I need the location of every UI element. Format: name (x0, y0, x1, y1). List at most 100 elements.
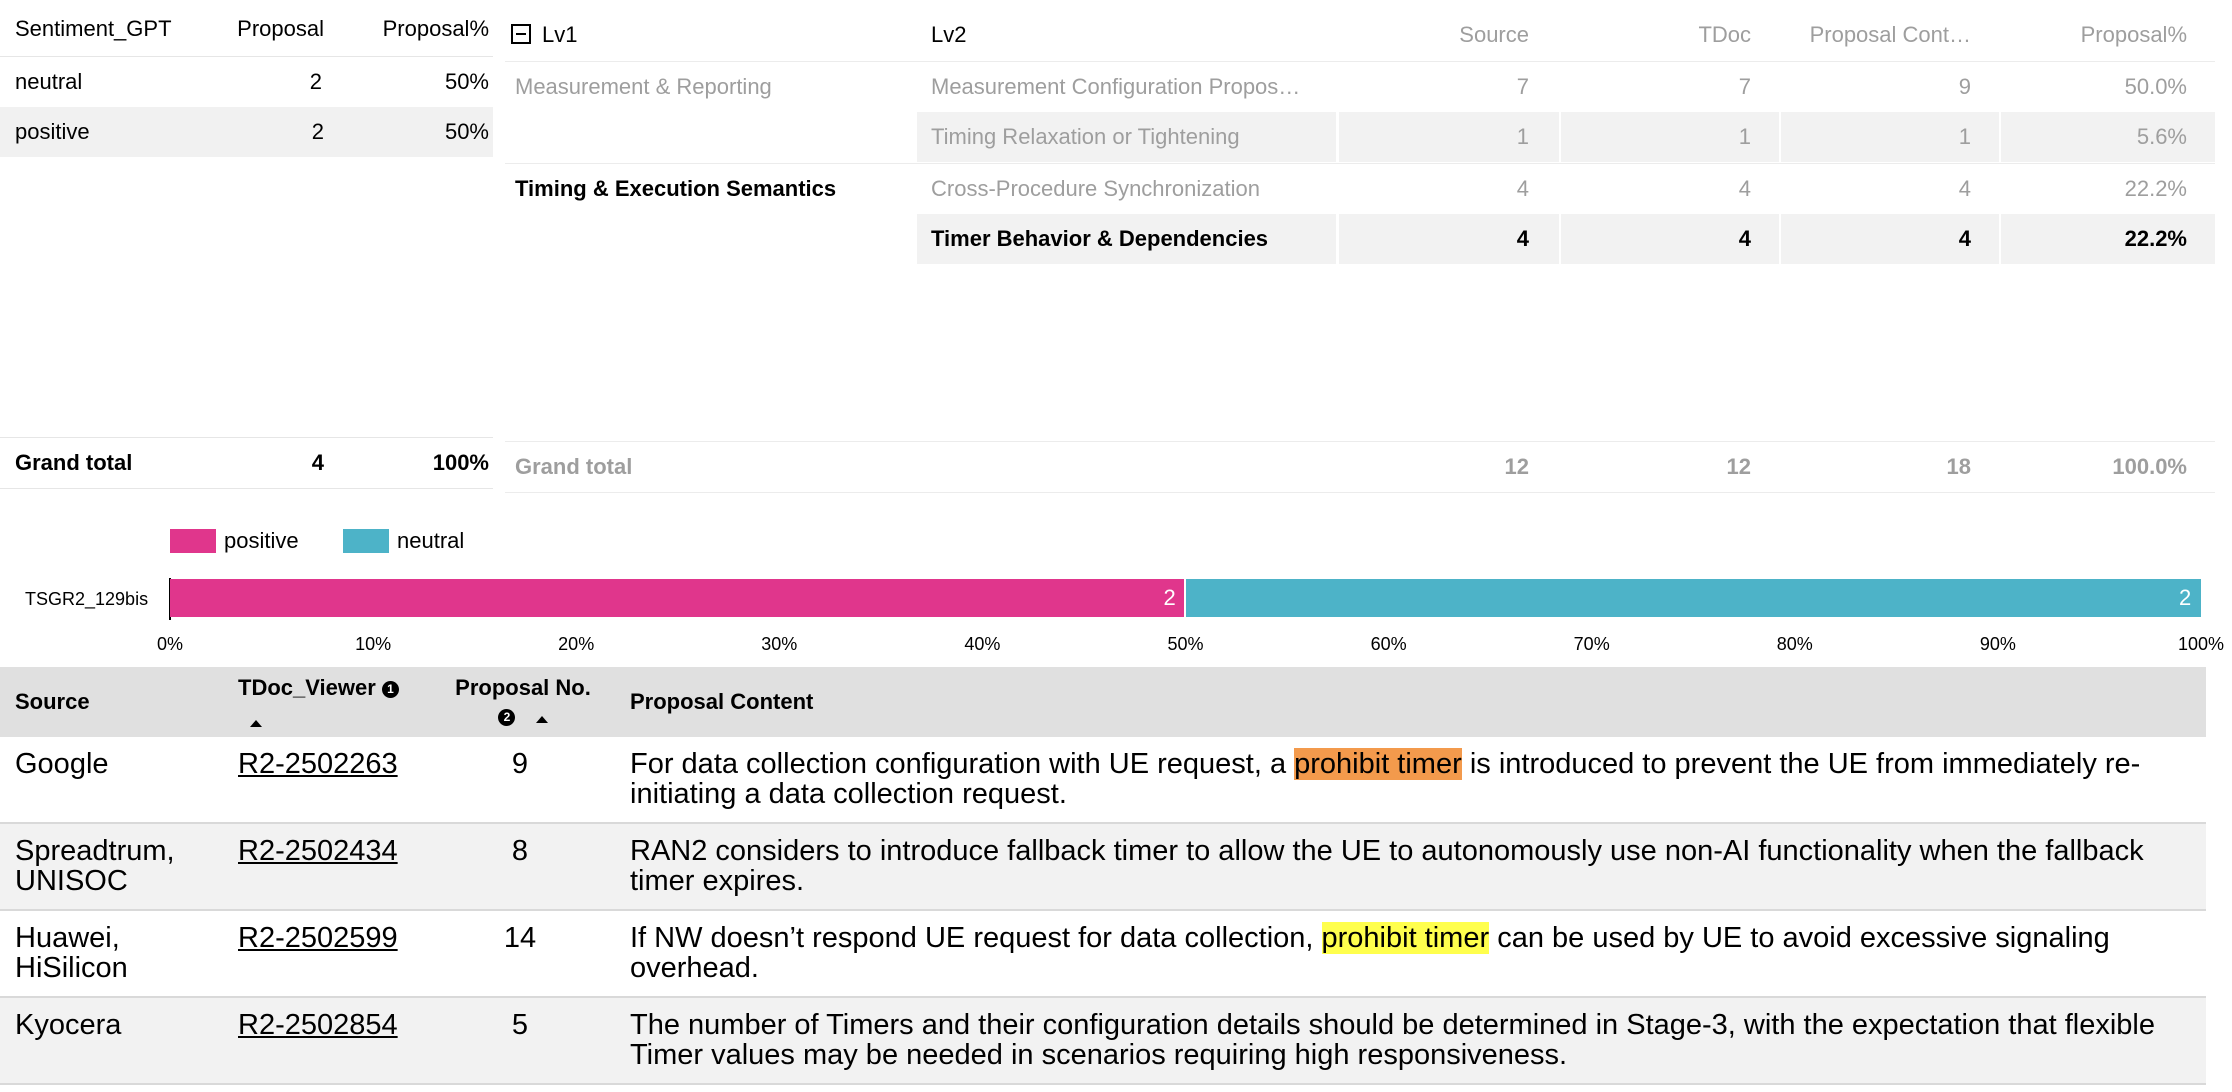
lv2-label: Measurement Configuration Propos… (917, 62, 1337, 112)
lv1-label (505, 214, 915, 264)
proposal-pct: 22.2% (2124, 176, 2187, 201)
proposal-pct: 50% (444, 69, 489, 94)
grand-total-proposal: 4 (311, 450, 324, 475)
x-tick-label: 20% (558, 634, 595, 654)
category-label: TSGR2_129bis (25, 589, 149, 609)
proposal-content-count: 4 (1958, 176, 1971, 201)
table-row[interactable]: Timing Relaxation or Tightening 1 1 1 5.… (505, 112, 2215, 162)
category-grand-total-row: Grand total 12 12 18 100.0% (505, 441, 2215, 493)
proposal-no-cell: 14 (503, 922, 537, 954)
tdoc-link[interactable]: R2-2502854 (238, 1010, 398, 1040)
x-tick-label: 90% (1979, 634, 2016, 654)
category-pivot-table: Lv1 Lv2 Source TDoc Proposal Cont… Propo… (505, 0, 2215, 500)
table-row[interactable]: Timing & Execution Semantics Cross-Proce… (505, 163, 2215, 214)
category-header-row: Lv1 Lv2 Source TDoc Proposal Cont… Propo… (505, 10, 2215, 60)
tdoc-link[interactable]: R2-2502599 (238, 923, 398, 953)
grand-total-spacer (917, 442, 1337, 492)
proposal-pct: 50.0% (2124, 74, 2187, 99)
proposal-content-count: 4 (1781, 214, 1999, 264)
table-row[interactable]: Kyocera R2-2502854 5 The number of Timer… (0, 998, 2206, 1085)
table-row[interactable]: Timer Behavior & Dependencies 4 4 4 22.2… (505, 214, 2215, 264)
tdoc-link[interactable]: R2-2502263 (238, 749, 398, 779)
proposal-count: 2 (311, 119, 324, 144)
proposal-content-count: 1 (1781, 112, 1999, 162)
table-row[interactable]: Measurement & Reporting Measurement Conf… (505, 61, 2215, 112)
x-tick-label: 0% (156, 634, 184, 654)
grand-total-label: Grand total (515, 454, 633, 479)
tdoc-viewer-header-label: TDoc_Viewer (238, 675, 376, 700)
proposal-header[interactable]: Proposal (190, 0, 350, 56)
source-cell: Huawei, HiSilicon (15, 922, 128, 984)
source-count: 7 (1516, 74, 1529, 99)
proposal-content-cell: The number of Timers and their configura… (630, 1010, 2190, 1070)
tdoc-count: 4 (1561, 214, 1779, 264)
bar-value-label: 2 (1163, 585, 1176, 610)
tdoc-viewer-header[interactable]: TDoc_Viewer 1 (238, 675, 399, 735)
sentiment-grand-total-row: Grand total 4 100% (0, 437, 493, 489)
sentiment-stacked-bar-chart: positive neutral TSGR2_129bis 2 2 0% 10% 20… (0, 510, 2232, 660)
sentiment-label: positive (15, 119, 90, 144)
proposal-pct: 22.2% (2001, 214, 2215, 264)
legend-label-positive[interactable]: positive (224, 529, 299, 553)
collapse-icon[interactable] (511, 24, 531, 44)
lv1-header[interactable]: Lv1 (542, 10, 577, 60)
proposal-no-header[interactable]: Proposal No. 2 (453, 675, 593, 735)
proposal-pct: 5.6% (2001, 112, 2215, 162)
x-tick-label: 10% (355, 634, 392, 654)
proposal-content-header[interactable]: Proposal Cont… (1781, 10, 1971, 60)
source-cell: Spreadtrum, UNISOC (15, 835, 175, 897)
x-tick-label: 30% (761, 634, 798, 654)
table-row[interactable]: Spreadtrum, UNISOC R2-2502434 8 RAN2 con… (0, 824, 2206, 911)
proposal-pct-header[interactable]: Proposal% (352, 0, 493, 56)
legend-label-neutral[interactable]: neutral (397, 529, 464, 553)
source-header[interactable]: Source (1339, 10, 1529, 60)
bar-segment-positive[interactable] (170, 579, 1184, 617)
legend-swatch-positive (170, 529, 216, 553)
content-text: RAN2 considers to introduce fallback tim… (630, 835, 2144, 897)
grand-total-tdoc: 12 (1726, 454, 1751, 479)
grand-total-source: 12 (1504, 454, 1529, 479)
sort-ascending-icon[interactable] (250, 720, 262, 727)
proposal-no-cell: 8 (511, 835, 529, 867)
sort-ascending-icon[interactable] (535, 716, 548, 723)
tdoc-count: 4 (1738, 176, 1751, 201)
table-row[interactable]: positive 2 50% (0, 107, 493, 157)
tdoc-count: 7 (1738, 74, 1751, 99)
tdoc-link[interactable]: R2-2502434 (238, 836, 398, 866)
table-row[interactable]: Huawei, HiSilicon R2-2502599 14 If NW do… (0, 911, 2206, 998)
source-count: 4 (1516, 176, 1529, 201)
table-row[interactable]: neutral 2 50% (0, 56, 493, 107)
proposal-no-cell: 5 (511, 1009, 529, 1041)
source-cell: Google (15, 748, 109, 780)
sentiment-pivot-table: Sentiment_GPT Proposal Proposal% neutral… (0, 0, 493, 500)
sort-order-badge: 1 (381, 680, 399, 698)
keyword-highlight: prohibit timer (1321, 922, 1490, 954)
content-text: For data collection configuration with U… (630, 748, 1295, 780)
grand-total-proposal-content: 18 (1946, 454, 1971, 479)
x-tick-label: 80% (1776, 634, 1813, 654)
lv2-label: Cross-Procedure Synchronization (917, 164, 1337, 214)
tdoc-header[interactable]: TDoc (1561, 10, 1751, 60)
table-row[interactable]: Google R2-2502263 9 For data collection … (0, 737, 2206, 824)
proposal-content-cell: RAN2 considers to introduce fallback tim… (630, 836, 2190, 896)
proposal-pct-header[interactable]: Proposal% (2001, 10, 2187, 60)
lv1-label (505, 112, 915, 162)
bar-value-label: 2 (2179, 585, 2192, 610)
proposal-content-count: 9 (1958, 74, 1971, 99)
proposal-content-header[interactable]: Proposal Content (630, 667, 813, 737)
content-text: The number of Timers and their configura… (630, 1009, 2155, 1071)
keyword-highlight: prohibit timer (1294, 748, 1462, 780)
x-tick-label: 50% (1167, 634, 1204, 654)
tdoc-count: 1 (1561, 112, 1779, 162)
lv1-label: Measurement & Reporting (515, 74, 772, 99)
lv2-header[interactable]: Lv2 (931, 10, 966, 60)
proposal-content-cell: If NW doesn’t respond UE request for dat… (630, 922, 2190, 983)
bar-segment-neutral[interactable] (1185, 579, 2201, 617)
legend-swatch-neutral (343, 529, 389, 553)
sentiment-label: neutral (0, 57, 188, 107)
sentiment-header[interactable]: Sentiment_GPT (0, 0, 188, 56)
proposal-table-header: Source TDoc_Viewer 1 Proposal No. 2 Prop… (0, 667, 2206, 737)
source-header[interactable]: Source (15, 667, 90, 737)
x-tick-label: 40% (964, 634, 1001, 654)
proposal-no-cell: 9 (511, 748, 529, 780)
